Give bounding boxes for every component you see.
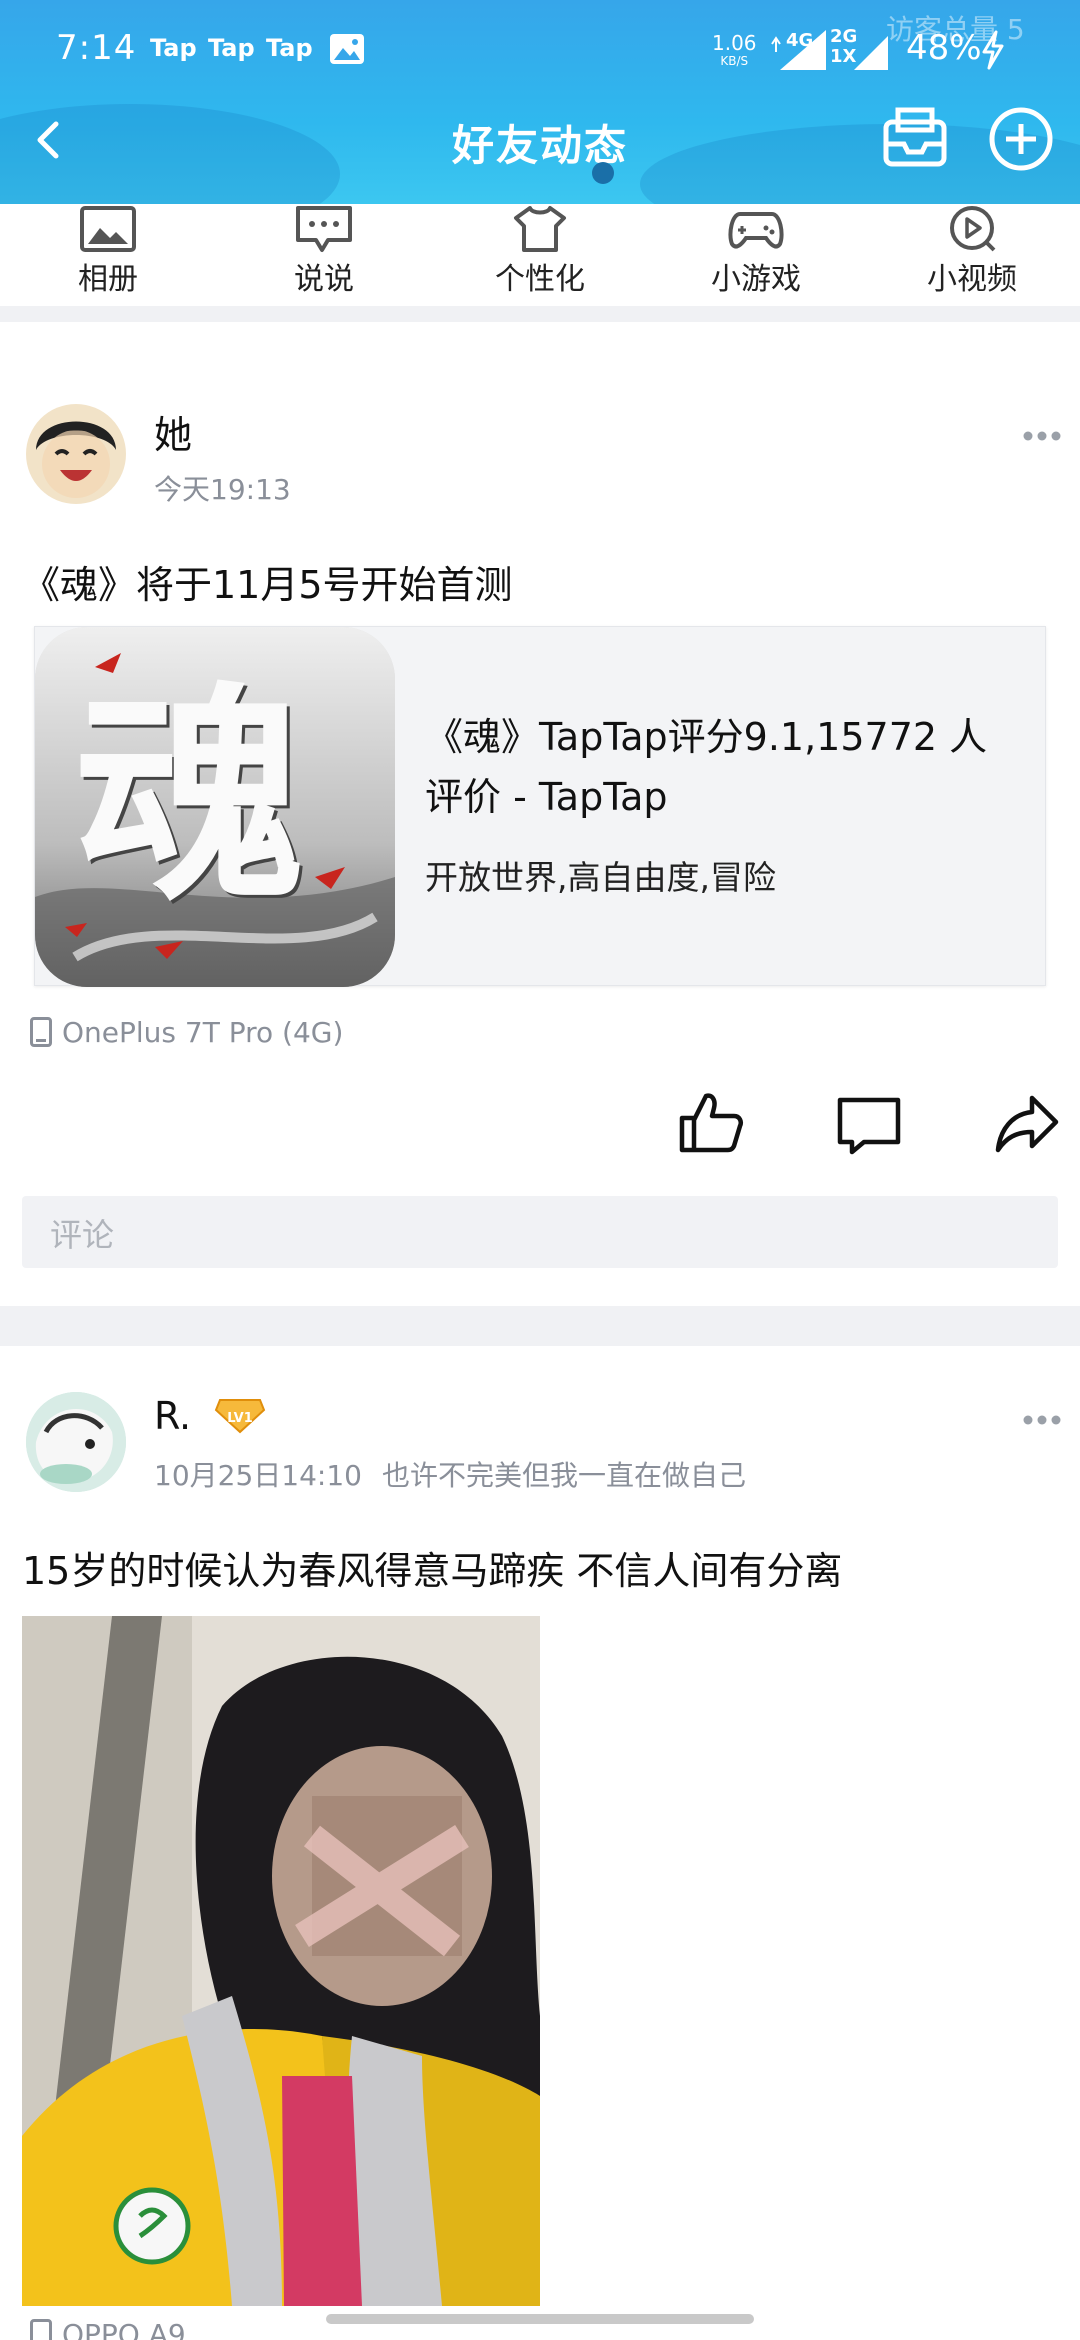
game-logo-char: 魂 xyxy=(75,662,306,932)
quick-nav-label: 相册 xyxy=(78,262,138,297)
device-name: OnePlus 7T Pro (4G) xyxy=(62,1016,344,1049)
quick-nav-personalize[interactable]: 个性化 xyxy=(432,204,648,306)
charging-bolt-icon xyxy=(982,30,1004,70)
gamepad-icon xyxy=(728,212,784,249)
card-description: 开放世界,高自由度,冒险 xyxy=(425,858,776,897)
quick-nav-label: 小游戏 xyxy=(711,262,801,297)
message-box-icon[interactable] xyxy=(880,104,950,174)
avatar[interactable] xyxy=(26,404,126,504)
section-divider xyxy=(0,1306,1080,1346)
post-time: 10月25日14:10 xyxy=(154,1459,362,1492)
post-time: 今天19:13 xyxy=(154,473,291,506)
like-icon[interactable] xyxy=(676,1088,746,1158)
section-divider xyxy=(0,306,1080,322)
post-text: 《魂》将于11月5号开始首测 xyxy=(22,563,513,607)
quick-nav-label: 说说 xyxy=(294,262,354,297)
nav-bar: 好友动态 xyxy=(0,100,1080,204)
more-options-icon[interactable] xyxy=(1022,430,1062,442)
post-username[interactable]: R. xyxy=(154,1394,191,1438)
taptap-notification-icon: Tap xyxy=(208,34,255,62)
add-circle-icon[interactable] xyxy=(986,104,1056,174)
header: 访客总量 5 7:14 Tap Tap Tap 1.06 KB/S 4G 2G … xyxy=(0,0,1080,204)
vip-diamond-badge-icon: LV1 xyxy=(214,1399,266,1434)
shared-link-card[interactable]: 魂 《魂》TapTap评分9.1,15772 人评价 - TapTap 开放世界… xyxy=(34,626,1046,987)
pager-dot xyxy=(592,162,614,184)
video-play-icon xyxy=(950,206,996,252)
friend-feed-screen: 访客总量 5 7:14 Tap Tap Tap 1.06 KB/S 4G 2G … xyxy=(0,0,1080,2340)
comment-input[interactable]: 评论 xyxy=(22,1196,1058,1268)
quick-nav-status[interactable]: 说说 xyxy=(216,204,432,306)
signal-2g-icon xyxy=(854,36,888,70)
share-icon[interactable] xyxy=(992,1090,1062,1160)
device-tag: OPPO A9 xyxy=(30,2318,186,2340)
tshirt-icon xyxy=(514,206,566,252)
speech-bubble-icon xyxy=(296,206,352,252)
quick-nav-games[interactable]: 小游戏 xyxy=(648,204,864,306)
quick-nav: 相册 说说 个性化 小游戏 小视频 xyxy=(0,204,1080,306)
phone-icon xyxy=(30,1017,52,1047)
taptap-notification-icon: Tap xyxy=(266,34,313,62)
photo-album-icon xyxy=(80,206,136,252)
device-tag: OnePlus 7T Pro (4G) xyxy=(30,1016,343,1049)
quick-nav-videos[interactable]: 小视频 xyxy=(864,204,1080,306)
quick-nav-album[interactable]: 相册 xyxy=(0,204,216,306)
status-bar: 访客总量 5 7:14 Tap Tap Tap 1.06 KB/S 4G 2G … xyxy=(0,0,1080,100)
device-name: OPPO A9 xyxy=(62,2318,186,2340)
quick-nav-label: 个性化 xyxy=(495,262,585,297)
taptap-notification-icon: Tap xyxy=(150,34,197,62)
phone-icon xyxy=(30,2319,52,2340)
post-photo[interactable] xyxy=(22,1616,540,2306)
badge-level: LV1 xyxy=(227,1411,253,1426)
post-text: 15岁的时候认为春风得意马蹄疾 不信人间有分离 xyxy=(22,1549,843,1593)
user-signature: 也许不完美但我一直在做自己 xyxy=(382,1459,747,1492)
quick-nav-label: 小视频 xyxy=(927,262,1017,297)
post-username[interactable]: 她 xyxy=(154,404,192,459)
image-notification-icon xyxy=(330,34,364,64)
comment-icon[interactable] xyxy=(834,1090,904,1160)
game-thumbnail: 魂 xyxy=(35,627,395,987)
card-title: 《魂》TapTap评分9.1,15772 人评价 - TapTap xyxy=(425,715,988,819)
clock: 7:14 xyxy=(56,28,137,68)
avatar[interactable] xyxy=(26,1392,126,1492)
more-options-icon[interactable] xyxy=(1022,1414,1062,1426)
signal-4g-icon xyxy=(771,30,826,70)
battery-percent: 48% xyxy=(906,28,982,68)
network-speed: 1.06 KB/S xyxy=(712,31,757,68)
comment-placeholder: 评论 xyxy=(50,1216,115,1254)
home-indicator[interactable] xyxy=(326,2314,754,2324)
